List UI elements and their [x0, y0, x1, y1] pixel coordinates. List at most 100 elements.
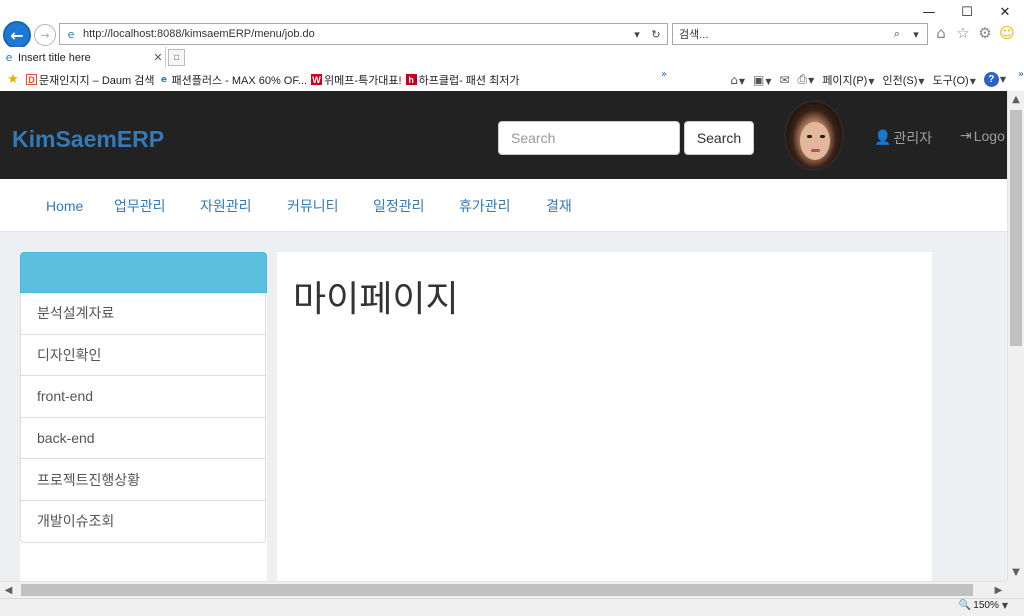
sidebar-item-dev-issues[interactable]: 개발이슈조회 — [20, 500, 266, 543]
favorite-label: 하프클럽- 패션 최저가 — [418, 74, 520, 87]
new-tab-button[interactable]: ▫ — [168, 49, 185, 66]
page-viewport: KimSaemERP Search 👤 관리자 ⇥ Logo Home 업무관리… — [0, 91, 1007, 581]
magnifier-icon[interactable]: ⌕ — [889, 27, 905, 41]
status-bar: 🔍 150% ▼ — [0, 598, 1024, 616]
home-icon: ⌂ — [730, 72, 738, 87]
browser-toolbar: ⌂ ☆ ⚙ ☺ — [932, 23, 1016, 43]
command-bar: ⌂▼ ▣▼ ✉ ⎙▼ 페이지(P)▼ 인전(S)▼ 도구(O)▼ ? ▼ — [730, 68, 1006, 91]
printer-icon: ⎙ — [797, 72, 808, 86]
sidebar-item-project-progress[interactable]: 프로젝트진행상황 — [20, 459, 266, 501]
nav-vacation-management[interactable]: 휴가관리 — [459, 179, 511, 232]
scrollbar-corner — [1007, 581, 1024, 598]
main-content: 마이페이지 — [277, 252, 932, 581]
ie-page-icon: e — [67, 27, 75, 41]
nav-approval[interactable]: 결재 — [546, 179, 572, 232]
address-url[interactable]: http://localhost:8088/kimsaemERP/menu/jo… — [83, 28, 629, 40]
sidebar-item-front-end[interactable]: front-end — [20, 376, 266, 418]
ie-page-icon: e — [160, 74, 168, 85]
favorite-link-halfclub[interactable]: h 하프클럽- 패션 최저가 — [405, 72, 520, 88]
scroll-right-icon[interactable]: ▶ — [990, 582, 1007, 598]
address-bar[interactable]: e http://localhost:8088/kimsaemERP/menu/… — [59, 23, 668, 45]
tab-active[interactable]: e Insert title here ✕ — [0, 47, 166, 68]
nav-home[interactable]: Home — [46, 179, 83, 232]
avatar[interactable] — [784, 100, 844, 171]
browser-search-placeholder[interactable]: 검색... — [679, 26, 889, 42]
favorites-overflow-icon[interactable]: » — [661, 69, 667, 80]
chevron-down-icon: ▼ — [969, 76, 976, 86]
rss-icon: ▣ — [752, 72, 765, 87]
feeds-menu[interactable]: ▣▼ — [753, 73, 772, 87]
search-button[interactable]: Search — [684, 121, 754, 155]
vertical-scroll-thumb[interactable] — [1010, 110, 1022, 346]
page-menu[interactable]: 페이지(P)▼ — [822, 72, 874, 88]
help-menu[interactable]: ? ▼ — [983, 72, 1006, 87]
home-menu[interactable]: ⌂▼ — [730, 73, 745, 87]
logout-icon: ⇥ — [960, 128, 972, 144]
sidebar: 분석설계자료 디자인확인 front-end back-end 프로젝트진행상황… — [20, 252, 267, 581]
sidebar-header — [20, 252, 267, 293]
home-icon[interactable]: ⌂ — [932, 23, 950, 43]
avatar-eye — [820, 135, 825, 138]
print-menu[interactable]: ⎙▼ — [798, 72, 815, 87]
tools-menu-label: 도구(O) — [932, 74, 969, 87]
zoom-level: 150% — [973, 600, 999, 611]
tools-menu[interactable]: 도구(O)▼ — [933, 72, 976, 88]
tab-title: Insert title here — [18, 51, 91, 64]
wemakeprice-icon: W — [311, 74, 323, 85]
help-icon: ? — [983, 72, 999, 87]
page-menu-label: 페이지(P) — [822, 74, 868, 87]
safety-menu-label: 인전(S) — [882, 74, 918, 87]
logout-label: Logo — [973, 128, 1005, 144]
search-input[interactable] — [498, 121, 680, 155]
mail-icon[interactable]: ✉ — [779, 73, 789, 87]
favorite-link-wemakeprice[interactable]: W 위메프-특가대표! — [311, 72, 402, 88]
gear-icon[interactable]: ⚙ — [976, 23, 994, 43]
logout-link[interactable]: ⇥ Logo — [960, 128, 1005, 144]
sidebar-item-design-check[interactable]: 디자인확인 — [20, 334, 266, 377]
feedback-smiley-icon[interactable]: ☺ — [998, 23, 1016, 43]
user-profile-link[interactable]: 👤 관리자 — [874, 128, 932, 148]
new-tab-icon: ▫ — [173, 52, 180, 63]
dropdown-icon[interactable]: ▾ — [629, 28, 645, 41]
nav-schedule-management[interactable]: 일정관리 — [373, 179, 425, 232]
scroll-left-icon[interactable]: ◀ — [0, 582, 17, 598]
zoom-magnifier-icon: 🔍 — [958, 600, 972, 611]
search-dropdown-icon[interactable]: ▾ — [908, 28, 924, 41]
scroll-up-icon[interactable]: ▲ — [1008, 91, 1024, 108]
favorites-bar: ★ D 문재인지지 – Daum 검색 e 패션플러스 - MAX 60% OF… — [0, 68, 1024, 91]
brand-logo[interactable]: KimSaemERP — [12, 126, 164, 153]
back-button[interactable]: ← — [3, 21, 31, 49]
address-row: ← → e http://localhost:8088/kimsaemERP/m… — [0, 21, 1024, 49]
favorites-star-icon[interactable]: ☆ — [954, 23, 972, 43]
sidebar-item-analysis-design[interactable]: 분석설계자료 — [20, 293, 266, 335]
sidebar-item-back-end[interactable]: back-end — [20, 417, 266, 460]
user-label: 관리자 — [893, 130, 933, 146]
arrow-right-icon: → — [40, 28, 50, 42]
zoom-control[interactable]: 🔍 150% ▼ — [959, 600, 1008, 611]
scroll-down-icon[interactable]: ▼ — [1008, 564, 1024, 581]
refresh-icon[interactable]: ↻ — [648, 28, 664, 41]
browser-search-box[interactable]: 검색... ⌕ ▾ — [672, 23, 928, 45]
avatar-mouth — [811, 149, 820, 152]
horizontal-scroll-thumb[interactable] — [21, 584, 973, 596]
halfclub-icon: h — [405, 74, 417, 85]
vertical-scrollbar[interactable]: ▲ ▼ — [1007, 91, 1024, 581]
favorite-link-fashionplus[interactable]: e 패션플러스 - MAX 60% OF... — [158, 72, 307, 88]
chevron-down-icon: ▼ — [868, 76, 875, 86]
nav-work-management[interactable]: 업무관리 — [114, 179, 166, 232]
favorite-link-daum[interactable]: D 문재인지지 – Daum 검색 — [26, 72, 154, 88]
nav-resource-management[interactable]: 자원관리 — [200, 179, 252, 232]
favorite-label: 위메프-특가대표! — [324, 74, 402, 87]
safety-menu[interactable]: 인전(S)▼ — [883, 72, 925, 88]
nav-community[interactable]: 커뮤니티 — [287, 179, 339, 232]
forward-button[interactable]: → — [34, 24, 56, 46]
chevron-down-icon: ▼ — [918, 76, 925, 86]
add-favorite-star-icon[interactable]: ★ — [4, 72, 22, 87]
chevron-down-icon: ▼ — [765, 76, 772, 86]
chevron-down-icon: ▼ — [808, 76, 815, 85]
horizontal-scrollbar[interactable]: ◀ ▶ — [0, 581, 1007, 598]
close-tab-icon[interactable]: ✕ — [151, 51, 165, 64]
chevron-down-icon: ▼ — [738, 76, 745, 86]
app-header: KimSaemERP Search 👤 관리자 ⇥ Logo — [0, 91, 1007, 179]
command-overflow-icon[interactable]: » — [1018, 69, 1024, 80]
